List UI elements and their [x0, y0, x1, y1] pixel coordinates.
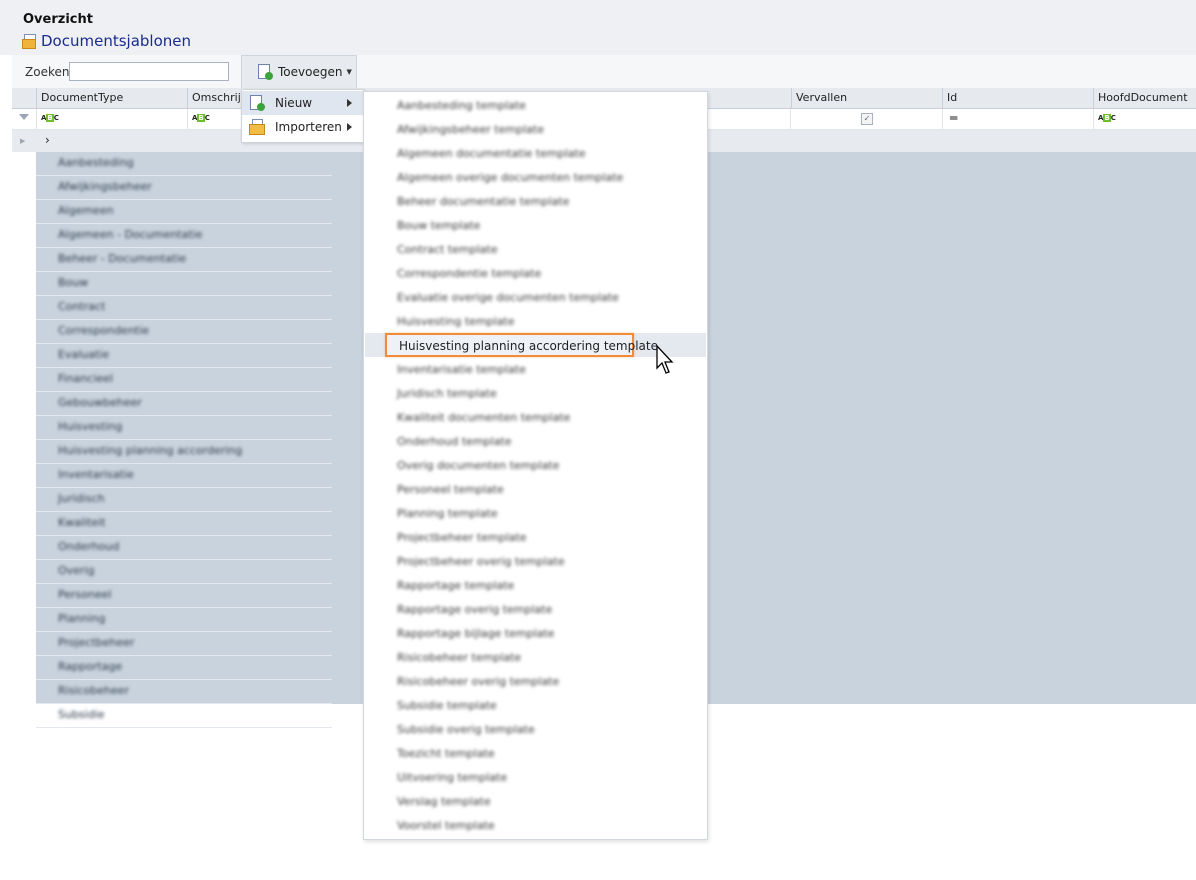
submenu-item[interactable]: Correspondentie template — [397, 267, 541, 280]
new-document-icon — [249, 95, 265, 111]
page-title: Documentsjablonen — [41, 32, 191, 50]
group-row-label: Huisvesting planning accordering — [58, 444, 242, 457]
group-row-label: Afwijkingsbeheer — [58, 180, 152, 193]
title-wrap: Documentsjablonen — [22, 32, 191, 50]
submenu-item[interactable]: Aanbesteding template — [397, 99, 526, 112]
group-row-label: Algemeen - Documentatie — [58, 228, 202, 241]
submenu-item[interactable]: Rapportage overig template — [397, 603, 552, 616]
add-button-label: Toevoegen — [278, 65, 342, 79]
group-row-label: Contract — [58, 300, 105, 313]
submenu-item[interactable]: Voorstel template — [397, 819, 495, 832]
submenu-item-label: Huisvesting planning accordering templat… — [399, 339, 658, 353]
submenu-item-selected[interactable]: Huisvesting planning accordering templat… — [385, 333, 634, 357]
text-filter-icon[interactable]: ABC — [41, 114, 59, 122]
submenu-item[interactable]: Beheer documentatie template — [397, 195, 569, 208]
submenu-item[interactable]: Onderhoud template — [397, 435, 512, 448]
filter-icon[interactable] — [19, 114, 29, 120]
submenu-item[interactable]: Juridisch template — [397, 387, 497, 400]
group-row-label: Evaluatie — [58, 348, 109, 361]
group-row-label: Planning — [58, 612, 105, 625]
group-row-label: Onderhoud — [58, 540, 119, 553]
submenu-item[interactable]: Kwaliteit documenten template — [397, 411, 570, 424]
menu-item-label: Nieuw — [275, 96, 312, 110]
group-row-label: Beheer - Documentatie — [58, 252, 186, 265]
text-filter-icon[interactable]: ABC — [192, 114, 210, 122]
group-row-label: Juridisch — [58, 492, 105, 505]
submenu-item[interactable]: Rapportage template — [397, 579, 514, 592]
submenu-item[interactable]: Contract template — [397, 243, 497, 256]
menu-item-importeren[interactable]: Importeren — [242, 115, 363, 139]
add-button[interactable]: Toevoegen ▼ — [241, 55, 357, 88]
equals-filter-icon[interactable]: ═ — [950, 111, 957, 125]
submenu-item[interactable]: Bouw template — [397, 219, 480, 232]
submenu-item[interactable]: Rapportage bijlage template — [397, 627, 554, 640]
submenu-item[interactable]: Subsidie overig template — [397, 723, 535, 736]
chevron-down-icon: ▼ — [346, 68, 351, 76]
submenu-item[interactable]: Projectbeheer template — [397, 531, 527, 544]
group-row-label: Inventarisatie — [58, 468, 134, 481]
menu-item-nieuw[interactable]: Nieuw — [242, 91, 363, 115]
submenu-item[interactable]: Personeel template — [397, 483, 504, 496]
nieuw-submenu: Aanbesteding template Afwijkingsbeheer te… — [363, 91, 708, 840]
submenu-item[interactable]: Algemeen documentatie template — [397, 147, 586, 160]
group-row-label: Financieel — [58, 372, 113, 385]
group-row-label: Projectbeheer — [58, 636, 134, 649]
import-folder-icon — [249, 119, 265, 135]
submenu-item[interactable]: Toezicht template — [397, 747, 495, 760]
group-row-label: Correspondentie — [58, 324, 149, 337]
column-header-documenttype[interactable]: DocumentType — [36, 88, 188, 108]
search-label: Zoeken — [25, 65, 69, 79]
column-header-vervallen[interactable]: Vervallen — [791, 88, 943, 108]
group-row-label: Rapportage — [58, 660, 122, 673]
group-row-label: Risicobeheer — [58, 684, 129, 697]
text-filter-icon[interactable]: ABC — [1098, 114, 1116, 122]
toolbar: Zoeken Toevoegen ▼ — [12, 55, 1196, 88]
column-header-id[interactable]: Id — [942, 88, 1094, 108]
column-header-hoofddocument[interactable]: HoofdDocument — [1093, 88, 1196, 108]
group-row-label: Aanbesteding — [58, 156, 134, 169]
submenu-item[interactable]: Evaluatie overige documenten template — [397, 291, 619, 304]
checkbox-filter[interactable]: ✓ — [861, 113, 873, 125]
document-template-icon — [22, 34, 36, 48]
submenu-arrow-icon — [347, 123, 352, 131]
menu-item-label: Importeren — [275, 120, 342, 134]
breadcrumb: Overzicht — [23, 12, 93, 27]
group-row-label: Subsidie — [58, 708, 105, 721]
group-row-label: Huisvesting — [58, 420, 122, 433]
submenu-item[interactable]: Overig documenten template — [397, 459, 559, 472]
submenu-arrow-icon — [347, 99, 352, 107]
submenu-item[interactable]: Risicobeheer template — [397, 651, 521, 664]
submenu-item[interactable]: Subsidie template — [397, 699, 497, 712]
group-row-label: Kwaliteit — [58, 516, 106, 529]
group-row-label: Personeel — [58, 588, 112, 601]
submenu-item[interactable]: Algemeen overige documenten template — [397, 171, 623, 184]
submenu-item[interactable]: Huisvesting template — [397, 315, 515, 328]
group-row-label: Algemeen — [58, 204, 114, 217]
new-document-icon — [257, 64, 273, 80]
submenu-item[interactable]: Inventarisatie template — [397, 363, 526, 376]
mouse-cursor-icon — [656, 345, 676, 375]
chevron-right-icon[interactable]: › — [45, 133, 50, 147]
group-row-label: Bouw — [58, 276, 88, 289]
submenu-item[interactable]: Risicobeheer overig template — [397, 675, 559, 688]
group-row-label: Gebouwbeheer — [58, 396, 142, 409]
submenu-item[interactable]: Projectbeheer overig template — [397, 555, 565, 568]
row-indicator-icon: ▶ — [20, 137, 25, 145]
group-row-label: Overig — [58, 564, 95, 577]
submenu-item[interactable]: Planning template — [397, 507, 498, 520]
submenu-item[interactable]: Uitvoering template — [397, 771, 507, 784]
search-input[interactable] — [69, 62, 229, 81]
add-dropdown-menu: Nieuw Importeren — [241, 89, 364, 143]
submenu-item[interactable]: Afwijkingsbeheer template — [397, 123, 544, 136]
submenu-item[interactable]: Verslag template — [397, 795, 491, 808]
page-header: Overzicht Documentsjablonen — [0, 0, 1196, 55]
